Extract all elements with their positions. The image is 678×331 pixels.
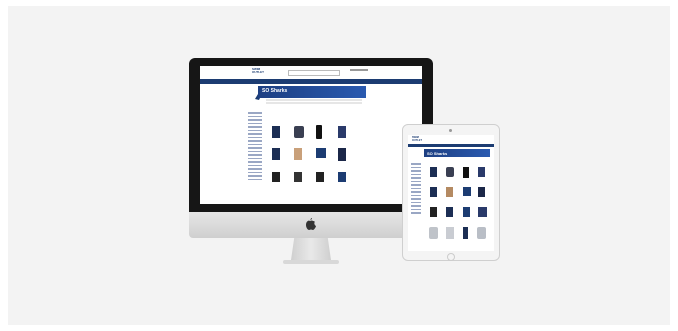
- ipad-home-button-icon: [447, 253, 455, 261]
- site-header: SWIM OUTLET: [200, 66, 422, 80]
- ipad-team-banner: SO Sharks: [424, 149, 490, 157]
- imac-screen: SWIM OUTLET SO Sharks: [200, 66, 422, 204]
- product-grid-row-1[interactable]: [266, 124, 366, 144]
- ipad-banner-title: SO Sharks: [427, 150, 448, 156]
- imac-bezel: SWIM OUTLET SO Sharks: [189, 58, 433, 212]
- sidebar-filters[interactable]: [248, 110, 262, 182]
- apple-logo-icon: [306, 218, 316, 230]
- site-logo[interactable]: SWIM OUTLET: [252, 68, 264, 74]
- banner-title: SO Sharks: [262, 88, 288, 94]
- ipad-camera-icon: [449, 129, 452, 132]
- imac-stand-neck: [291, 238, 331, 260]
- account-links[interactable]: [350, 69, 368, 71]
- ipad-screen: SWIM OUTLET SO Sharks: [408, 135, 494, 251]
- imac-device: SWIM OUTLET SO Sharks: [189, 58, 433, 268]
- ipad-nav-bar[interactable]: [408, 144, 494, 147]
- ipad-device: SWIM OUTLET SO Sharks: [402, 124, 500, 261]
- product-grid-row-3[interactable]: [266, 170, 366, 190]
- team-banner: SO Sharks: [258, 86, 366, 98]
- imac-chin: [189, 212, 433, 238]
- imac-stand-foot: [283, 260, 339, 264]
- site-nav-bar[interactable]: [200, 79, 422, 84]
- ipad-sidebar-filters[interactable]: [411, 161, 421, 216]
- search-input[interactable]: [288, 70, 340, 76]
- ipad-site-logo[interactable]: SWIM OUTLET: [412, 136, 422, 142]
- team-description: [266, 99, 362, 105]
- product-grid-row-2[interactable]: [266, 146, 366, 166]
- ipad-product-grid[interactable]: [426, 165, 492, 249]
